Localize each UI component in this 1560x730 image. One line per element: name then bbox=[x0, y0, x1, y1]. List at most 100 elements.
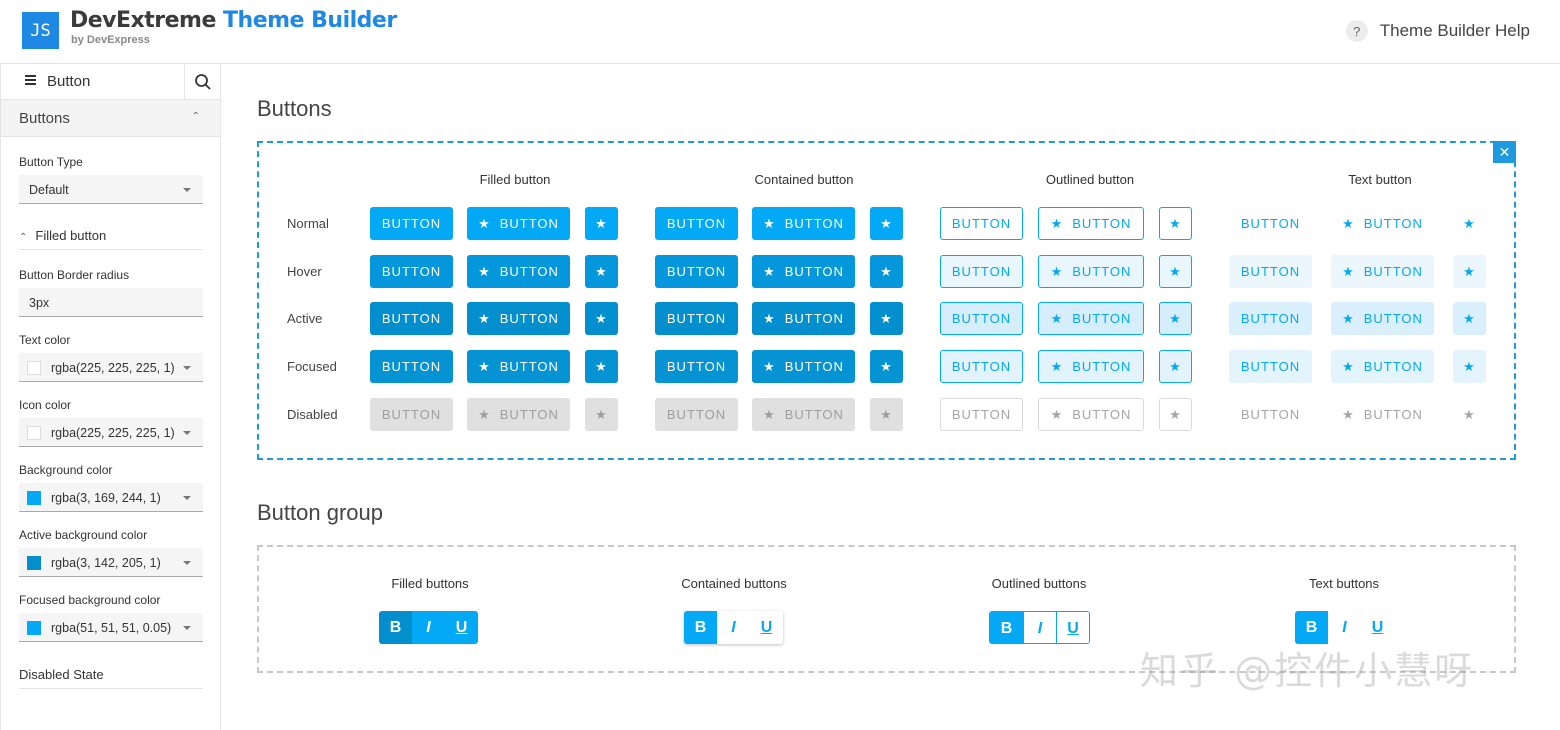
text-button-normal[interactable]: BUTTON bbox=[370, 207, 453, 240]
button-type-select[interactable]: Default bbox=[19, 175, 203, 204]
icon-text-button-hover[interactable]: ★ BUTTON bbox=[752, 255, 855, 288]
text-button-normal[interactable]: BUTTON bbox=[655, 207, 738, 240]
button-label: BUTTON bbox=[784, 264, 844, 279]
text-button-disabled: BUTTON bbox=[370, 398, 453, 431]
subsection-filled-button[interactable]: ⌃ Filled button bbox=[19, 228, 203, 250]
icon-button-focused[interactable]: ★ bbox=[585, 350, 618, 383]
icon-button-active[interactable]: ★ bbox=[1159, 302, 1192, 335]
text-button-active[interactable]: BUTTON bbox=[370, 302, 453, 335]
search-input[interactable]: Button bbox=[47, 73, 90, 90]
section-header-buttons[interactable]: Buttons ⌃ bbox=[1, 100, 220, 137]
text-button-focused[interactable]: BUTTON bbox=[370, 350, 453, 383]
italic-button[interactable]: I bbox=[412, 611, 445, 644]
star-icon: ★ bbox=[1342, 406, 1355, 422]
text-button-hover[interactable]: BUTTON bbox=[655, 255, 738, 288]
icon-text-button-focused[interactable]: ★ BUTTON bbox=[752, 350, 855, 383]
underline-button[interactable]: U bbox=[445, 611, 478, 644]
watermark: 知乎 @控件小慧呀 bbox=[1140, 649, 1475, 693]
icon-button-normal[interactable]: ★ bbox=[585, 207, 618, 240]
search-button[interactable] bbox=[184, 64, 220, 100]
text-button-active[interactable]: BUTTON bbox=[1229, 302, 1312, 335]
focused-background-color-picker[interactable]: rgba(51, 51, 51, 0.05) bbox=[19, 613, 203, 642]
bold-button[interactable]: B bbox=[684, 611, 717, 644]
icon-button-disabled: ★ bbox=[1159, 398, 1192, 431]
chevron-up-icon: ⌃ bbox=[19, 232, 28, 243]
button-label: BUTTON bbox=[381, 311, 442, 326]
icon-text-button-hover[interactable]: ★ BUTTON bbox=[1331, 255, 1434, 288]
icon-text-button-normal[interactable]: ★ BUTTON bbox=[1331, 207, 1434, 240]
border-radius-input[interactable]: 3px bbox=[19, 288, 203, 317]
icon-button-focused[interactable]: ★ bbox=[870, 350, 903, 383]
text-button-normal[interactable]: BUTTON bbox=[940, 207, 1023, 240]
button-label: BUTTON bbox=[1072, 311, 1132, 326]
star-icon: ★ bbox=[1050, 358, 1064, 374]
text-button-active[interactable]: BUTTON bbox=[940, 302, 1023, 335]
text-button-normal[interactable]: BUTTON bbox=[1229, 207, 1312, 240]
icon-text-button-hover[interactable]: ★ BUTTON bbox=[1038, 255, 1144, 288]
star-icon: ★ bbox=[1342, 215, 1355, 231]
background-color-picker[interactable]: rgba(3, 169, 244, 1) bbox=[19, 483, 203, 512]
icon-text-button-active[interactable]: ★ BUTTON bbox=[1038, 302, 1144, 335]
close-button[interactable]: ✕ bbox=[1493, 141, 1516, 163]
icon-text-button-active[interactable]: ★ BUTTON bbox=[467, 302, 570, 335]
close-icon: ✕ bbox=[1498, 143, 1511, 160]
icon-text-button-active[interactable]: ★ BUTTON bbox=[752, 302, 855, 335]
icon-text-button-normal[interactable]: ★ BUTTON bbox=[1038, 207, 1144, 240]
icon-text-button-focused[interactable]: ★ BUTTON bbox=[1038, 350, 1144, 383]
star-icon: ★ bbox=[1169, 310, 1182, 326]
underline-button[interactable]: U bbox=[750, 611, 783, 644]
icon-button-focused[interactable]: ★ bbox=[1159, 350, 1192, 383]
text-button-focused[interactable]: BUTTON bbox=[655, 350, 738, 383]
icon-button-hover[interactable]: ★ bbox=[1453, 255, 1486, 288]
star-icon: ★ bbox=[595, 310, 608, 326]
button-label: BUTTON bbox=[499, 407, 559, 422]
field-label: Button Border radius bbox=[19, 268, 130, 282]
icon-color-picker[interactable]: rgba(225, 225, 225, 1) bbox=[19, 418, 203, 447]
button-label: BUTTON bbox=[499, 359, 559, 374]
menu-icon[interactable] bbox=[25, 75, 36, 85]
icon-button-normal[interactable]: ★ bbox=[1159, 207, 1192, 240]
icon-text-button-active[interactable]: ★ BUTTON bbox=[1331, 302, 1434, 335]
button-label: BUTTON bbox=[381, 264, 442, 279]
icon-button-normal[interactable]: ★ bbox=[870, 207, 903, 240]
text-button-focused[interactable]: BUTTON bbox=[940, 350, 1023, 383]
italic-button[interactable]: I bbox=[1023, 612, 1056, 643]
subsection-title: Filled button bbox=[35, 228, 107, 243]
icon-button-hover[interactable]: ★ bbox=[870, 255, 903, 288]
text-button-hover[interactable]: BUTTON bbox=[1229, 255, 1312, 288]
icon-button-hover[interactable]: ★ bbox=[1159, 255, 1192, 288]
italic-button[interactable]: I bbox=[717, 611, 750, 644]
subsection-disabled-state[interactable]: Disabled State bbox=[19, 667, 203, 689]
icon-button-focused[interactable]: ★ bbox=[1453, 350, 1486, 383]
star-icon: ★ bbox=[880, 406, 893, 422]
icon-button-disabled: ★ bbox=[585, 398, 618, 431]
icon-button-normal[interactable]: ★ bbox=[1453, 207, 1486, 240]
icon-text-button-focused[interactable]: ★ BUTTON bbox=[467, 350, 570, 383]
bold-button[interactable]: B bbox=[379, 611, 412, 644]
icon-text-button-normal[interactable]: ★ BUTTON bbox=[467, 207, 570, 240]
help-link[interactable]: ? Theme Builder Help bbox=[1345, 20, 1530, 42]
text-button-hover[interactable]: BUTTON bbox=[940, 255, 1023, 288]
icon-text-button-normal[interactable]: ★ BUTTON bbox=[752, 207, 855, 240]
background-color-field: Background color rgba(3, 169, 244, 1) bbox=[19, 463, 203, 512]
text-button-focused[interactable]: BUTTON bbox=[1229, 350, 1312, 383]
icon-text-button-hover[interactable]: ★ BUTTON bbox=[467, 255, 570, 288]
logo-icon[interactable]: JS bbox=[22, 12, 59, 49]
icon-text-button-focused[interactable]: ★ BUTTON bbox=[1331, 350, 1434, 383]
icon-button-active[interactable]: ★ bbox=[1453, 302, 1486, 335]
icon-button-hover[interactable]: ★ bbox=[585, 255, 618, 288]
app-header: JS DevExtreme Theme Builder by DevExpres… bbox=[0, 0, 1560, 64]
button-label: BUTTON bbox=[666, 311, 727, 326]
color-value: rgba(3, 142, 205, 1) bbox=[51, 556, 161, 570]
icon-button-active[interactable]: ★ bbox=[585, 302, 618, 335]
color-swatch bbox=[27, 621, 41, 635]
text-button-active[interactable]: BUTTON bbox=[655, 302, 738, 335]
icon-button-active[interactable]: ★ bbox=[870, 302, 903, 335]
text-button-hover[interactable]: BUTTON bbox=[370, 255, 453, 288]
underline-button[interactable]: U bbox=[1056, 612, 1089, 643]
group-column-header: Text buttons bbox=[1308, 576, 1380, 591]
bold-button[interactable]: B bbox=[990, 612, 1023, 643]
text-color-picker[interactable]: rgba(225, 225, 225, 1) bbox=[19, 353, 203, 382]
active-background-color-picker[interactable]: rgba(3, 142, 205, 1) bbox=[19, 548, 203, 577]
row-label-focused: Focused bbox=[287, 359, 337, 374]
